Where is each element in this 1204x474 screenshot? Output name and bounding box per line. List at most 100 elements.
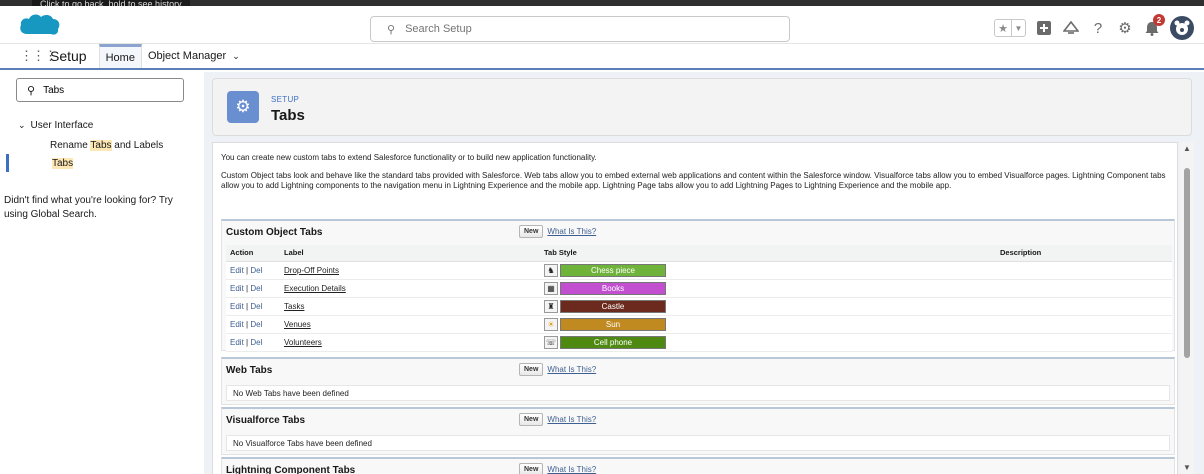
tab-style-swatch: ☀ Sun: [544, 317, 992, 331]
section-buttons: New What Is This?: [519, 225, 596, 238]
setup-search-box[interactable]: ⚲: [370, 16, 790, 42]
global-search-help-text: Didn't find what you're looking for? Try…: [4, 195, 173, 220]
avatar[interactable]: [1170, 16, 1194, 40]
row-label-cell: Drop-Off Points: [280, 261, 540, 280]
notification-badge: 2: [1153, 14, 1165, 26]
what-is-this-link[interactable]: What Is This?: [547, 365, 596, 374]
new-custom-object-tab-button[interactable]: New: [519, 225, 544, 238]
chevron-down-icon[interactable]: ▼: [1011, 20, 1025, 36]
app-name: Setup: [50, 48, 87, 64]
what-is-this-link[interactable]: What Is This?: [547, 227, 596, 236]
global-actions-icon[interactable]: [1035, 19, 1053, 37]
lightning-component-tabs-section: Lightning Component Tabs New What Is Thi…: [221, 457, 1175, 474]
sun-icon: ☀: [544, 317, 558, 331]
tab-home[interactable]: Home: [98, 44, 142, 68]
chevron-down-icon[interactable]: ⌄: [232, 51, 240, 62]
scroll-up-icon[interactable]: ▲: [1183, 144, 1191, 153]
section-title: Web Tabs: [226, 365, 273, 376]
table-row: Edit | Del Volunteers ☏ Cell phone: [226, 333, 1172, 352]
page-eyebrow: SETUP: [271, 95, 300, 104]
tab-label-link[interactable]: Volunteers: [284, 338, 322, 347]
section-buttons: New What Is This?: [519, 463, 596, 474]
quick-find-box[interactable]: ⚲: [16, 78, 184, 102]
notification-bell-icon[interactable]: 2: [1143, 14, 1165, 37]
tab-style-swatch: ♜ Castle: [544, 299, 992, 313]
help-icon[interactable]: ?: [1089, 19, 1107, 37]
del-link[interactable]: Del: [250, 302, 262, 311]
table-header-row: Action Label Tab Style Description: [226, 245, 1172, 262]
section-title: Visualforce Tabs: [226, 415, 306, 426]
tab-style-bar: Castle: [560, 299, 666, 313]
custom-object-tabs-table: Action Label Tab Style Description Edit …: [226, 245, 1172, 352]
selection-indicator: [6, 154, 9, 172]
tab-label-link[interactable]: Drop-Off Points: [284, 266, 339, 275]
what-is-this-link[interactable]: What Is This?: [547, 465, 596, 474]
tab-label-link[interactable]: Tasks: [284, 302, 304, 311]
search-input[interactable]: [403, 22, 764, 36]
edit-link[interactable]: Edit: [230, 266, 244, 275]
tab-label-link[interactable]: Execution Details: [284, 284, 346, 293]
salesforce-logo-icon[interactable]: [18, 11, 62, 41]
row-style-cell: ♜ Castle: [540, 297, 996, 316]
row-style-cell: ▦ Books: [540, 279, 996, 298]
tab-style-swatch: ☏ Cell phone: [544, 335, 992, 349]
edit-link[interactable]: Edit: [230, 320, 244, 329]
page-title: Tabs: [271, 107, 305, 124]
tab-style-bar: Sun: [560, 317, 666, 331]
row-label-cell: Execution Details: [280, 279, 540, 298]
new-web-tab-button[interactable]: New: [519, 363, 544, 376]
section-buttons: New What Is This?: [519, 363, 596, 376]
section-buttons: New What Is This?: [519, 413, 596, 426]
chevron-down-icon[interactable]: ⌄: [18, 120, 26, 131]
new-visualforce-tab-button[interactable]: New: [519, 413, 544, 426]
row-actions: Edit | Del: [226, 279, 280, 298]
tab-label-link[interactable]: Venues: [284, 320, 311, 329]
tab-object-manager[interactable]: Object Manager ⌄: [142, 44, 246, 68]
tab-style-swatch: ▦ Books: [544, 281, 992, 295]
row-style-cell: ☀ Sun: [540, 315, 996, 334]
app-launcher-icon[interactable]: ⋮⋮⋮: [20, 44, 57, 68]
section-title: Lightning Component Tabs: [226, 465, 356, 474]
favorites-group[interactable]: ★ ▼: [994, 19, 1026, 37]
column-header-label: Label: [280, 245, 540, 262]
row-actions: Edit | Del: [226, 297, 280, 316]
setup-sidebar: ⚲ ⌄ User Interface Rename Tabs and Labels…: [0, 72, 200, 474]
scrollbar-thumb[interactable]: [1184, 168, 1190, 358]
context-nav: ⋮⋮⋮ Setup Home Object Manager ⌄: [0, 44, 1204, 70]
edit-link[interactable]: Edit: [230, 302, 244, 311]
empty-message: No Web Tabs have been defined: [226, 385, 1170, 401]
search-icon: ⚲: [387, 23, 396, 36]
tab-home-label: Home: [105, 51, 135, 64]
sidebar-item-tabs[interactable]: Tabs: [52, 158, 74, 169]
del-link[interactable]: Del: [250, 320, 262, 329]
what-is-this-link[interactable]: What Is This?: [547, 415, 596, 424]
sidebar-item-rename-tabs-labels[interactable]: Rename Tabs and Labels: [50, 140, 163, 151]
content-scrollbar[interactable]: ▲ ▼: [1180, 142, 1194, 474]
search-icon: ⚲: [27, 84, 36, 97]
trailhead-icon[interactable]: [1062, 19, 1080, 37]
cell-phone-icon: ☏: [544, 335, 558, 349]
tree-node-user-interface[interactable]: ⌄ User Interface: [18, 120, 93, 131]
column-header-action: Action: [226, 245, 280, 262]
column-header-tab-style: Tab Style: [540, 245, 996, 262]
scroll-down-icon[interactable]: ▼: [1183, 463, 1191, 472]
edit-link[interactable]: Edit: [230, 284, 244, 293]
edit-link[interactable]: Edit: [230, 338, 244, 347]
row-actions: Edit | Del: [226, 315, 280, 334]
del-link[interactable]: Del: [250, 266, 262, 275]
del-link[interactable]: Del: [250, 284, 262, 293]
del-link[interactable]: Del: [250, 338, 262, 347]
sidebar-item-text: and Labels: [111, 140, 164, 151]
row-actions: Edit | Del: [226, 261, 280, 280]
row-description-cell: [996, 297, 1172, 316]
new-lightning-component-tab-button[interactable]: New: [519, 463, 544, 474]
sidebar-item-text: Rename: [50, 140, 91, 151]
gear-icon[interactable]: ⚙: [1116, 19, 1134, 37]
table-row: Edit | Del Venues ☀ Sun: [226, 315, 1172, 334]
star-icon[interactable]: ★: [995, 20, 1011, 36]
quick-find-input[interactable]: [41, 83, 182, 97]
column-header-description: Description: [996, 245, 1172, 262]
chess-piece-icon: ♞: [544, 263, 558, 277]
empty-message: No Visualforce Tabs have been defined: [226, 435, 1170, 451]
tab-style-swatch: ♞ Chess piece: [544, 263, 992, 277]
